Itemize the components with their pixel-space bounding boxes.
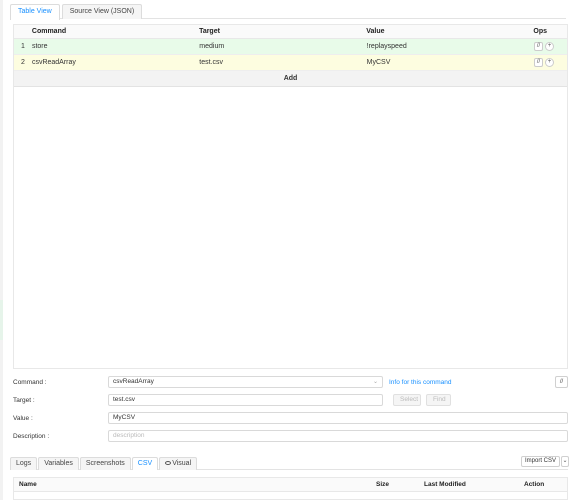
command-label: Command : — [13, 378, 47, 386]
tab-source-view[interactable]: Source View (JSON) — [61, 4, 143, 19]
csv-header-modified: Last Modified — [424, 481, 466, 488]
command-select-value: csvReadArray — [113, 378, 154, 385]
row-ops: // + — [534, 39, 567, 54]
insert-row-button[interactable]: + — [545, 42, 555, 51]
tab-variables[interactable]: Variables — [38, 457, 79, 470]
tab-screenshots[interactable]: Screenshots — [79, 457, 131, 470]
row-value: MyCSV — [366, 59, 391, 66]
description-row: Description : description — [13, 430, 568, 442]
header-command: Command — [31, 28, 67, 35]
header-target: Target — [199, 28, 220, 35]
csv-table-header: Name Size Last Modified Action — [14, 478, 567, 492]
csv-header-action: Action — [524, 481, 545, 488]
command-row: Command : csvReadArray ⌄ Info for this c… — [13, 376, 568, 388]
panel-tabs: Logs Variables Screenshots CSV Visual — [10, 457, 568, 470]
import-csv-button[interactable]: Import CSV — [521, 456, 561, 467]
select-button[interactable]: Select — [393, 394, 421, 406]
row-target: medium — [199, 43, 225, 50]
header-index — [14, 25, 32, 38]
insert-row-button[interactable]: + — [545, 58, 555, 67]
value-label: Value : — [13, 414, 33, 422]
comment-toggle-button[interactable]: // — [534, 42, 544, 51]
csv-header-size: Size — [376, 481, 390, 488]
info-link[interactable]: Info for this command — [389, 379, 452, 386]
tab-logs[interactable]: Logs — [10, 457, 38, 470]
description-label: Description : — [13, 432, 50, 440]
row-command: store — [31, 43, 48, 50]
target-label: Target : — [13, 396, 35, 404]
row-ops: // + — [534, 55, 567, 70]
value-row: Value : MyCSV — [13, 412, 568, 424]
add-command-button[interactable]: Add — [14, 71, 567, 87]
tab-table-view[interactable]: Table View — [10, 4, 60, 20]
tab-csv[interactable]: CSV — [131, 457, 159, 470]
row-target: test.csv — [199, 59, 224, 66]
find-button[interactable]: Find — [426, 394, 451, 406]
description-input[interactable]: description — [108, 430, 568, 442]
command-table: Command Target Value Ops 1 store medium … — [13, 24, 568, 369]
value-input[interactable]: MyCSV — [108, 412, 568, 424]
header-ops: Ops — [533, 27, 547, 35]
target-row: Target : test.csv Select Find — [13, 394, 568, 406]
csv-table: Name Size Last Modified Action — [13, 477, 568, 500]
tab-visual-label: Visual — [172, 460, 192, 467]
comment-toggle-button[interactable]: // — [534, 58, 544, 67]
table-row[interactable]: 2 csvReadArray test.csv MyCSV // + — [14, 55, 567, 71]
table-row[interactable]: 1 store medium !replayspeed // + — [14, 39, 567, 55]
target-input[interactable]: test.csv — [108, 394, 383, 406]
table-header: Command Target Value Ops — [14, 25, 567, 39]
csv-header-name: Name — [19, 481, 37, 488]
command-select[interactable]: csvReadArray ⌄ — [108, 376, 383, 388]
chevron-down-icon[interactable]: ⌄ — [561, 456, 569, 467]
row-index: 2 — [21, 59, 25, 66]
left-edge-marker — [0, 300, 3, 340]
row-command: csvReadArray — [31, 59, 76, 66]
comment-out-button[interactable]: // — [555, 376, 568, 388]
view-tabs: Table View Source View (JSON) — [10, 4, 566, 20]
chevron-down-icon: ⌄ — [372, 379, 378, 385]
row-value: !replayspeed — [366, 43, 407, 50]
left-edge — [0, 0, 3, 500]
header-value: Value — [366, 28, 385, 35]
tab-visual[interactable]: Visual — [159, 457, 198, 470]
row-index: 1 — [21, 43, 25, 50]
eye-icon — [165, 461, 172, 466]
ui-vision-editor: Table View Source View (JSON) Command Ta… — [0, 0, 570, 500]
